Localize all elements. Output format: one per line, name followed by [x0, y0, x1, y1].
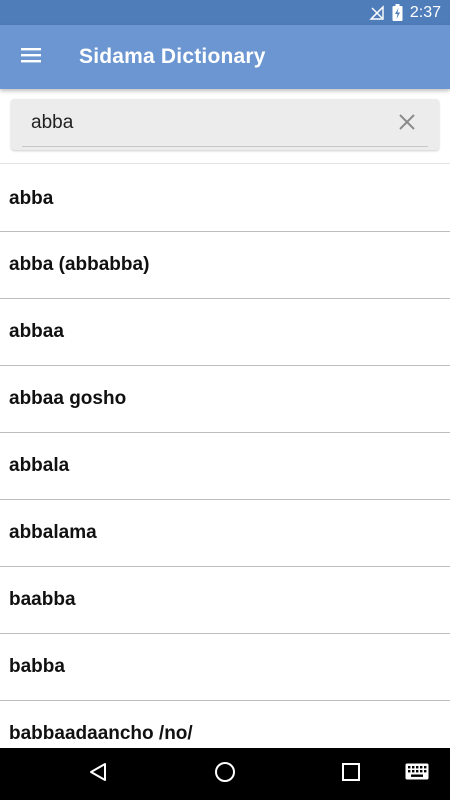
list-item-label: baabba: [9, 589, 76, 610]
list-item-label: abba: [9, 187, 54, 209]
status-time: 2:37: [409, 4, 441, 21]
close-icon: [399, 113, 415, 135]
list-item[interactable]: babbaadaancho /no/: [0, 701, 450, 748]
no-signal-icon: [369, 4, 385, 21]
recents-icon: [342, 762, 360, 786]
search-underline: [22, 146, 428, 147]
results-list: abba abba (abbabba) abbaa abbaa gosho ab…: [0, 166, 450, 748]
keyboard-icon: [405, 763, 429, 785]
clear-search-button[interactable]: [395, 112, 419, 136]
system-nav-bar: [0, 748, 450, 800]
search-area: [0, 89, 450, 164]
list-item[interactable]: abba: [0, 166, 450, 232]
menu-button[interactable]: [0, 25, 62, 89]
list-item-label: abbala: [9, 455, 70, 476]
back-button[interactable]: [68, 748, 128, 800]
list-item[interactable]: abbalama: [0, 500, 450, 567]
recents-button[interactable]: [321, 748, 381, 800]
app-title: Sidama Dictionary: [79, 45, 266, 68]
list-item[interactable]: abba (abbabba): [0, 232, 450, 299]
back-icon: [88, 762, 108, 787]
list-item-label: abbalama: [9, 522, 97, 543]
search-input[interactable]: [21, 105, 361, 141]
battery-charging-icon: [392, 4, 403, 21]
keyboard-button[interactable]: [387, 748, 447, 800]
list-item[interactable]: abbala: [0, 433, 450, 500]
list-item[interactable]: abbaa gosho: [0, 366, 450, 433]
home-button[interactable]: [195, 748, 255, 800]
status-bar: 2:37: [0, 0, 450, 25]
list-item[interactable]: babba: [0, 634, 450, 701]
list-item-label: abba (abbabba): [9, 254, 150, 275]
home-icon: [214, 761, 236, 788]
hamburger-menu-icon: [21, 47, 41, 68]
list-item-label: babbaadaancho /no/: [9, 723, 193, 744]
list-item-label: abbaa gosho: [9, 388, 127, 409]
list-item[interactable]: baabba: [0, 567, 450, 634]
list-item[interactable]: abbaa: [0, 299, 450, 366]
list-item-label: babba: [9, 656, 65, 677]
app-bar: Sidama Dictionary: [0, 25, 450, 89]
search-box: [11, 99, 439, 150]
list-item-label: abbaa: [9, 321, 64, 342]
